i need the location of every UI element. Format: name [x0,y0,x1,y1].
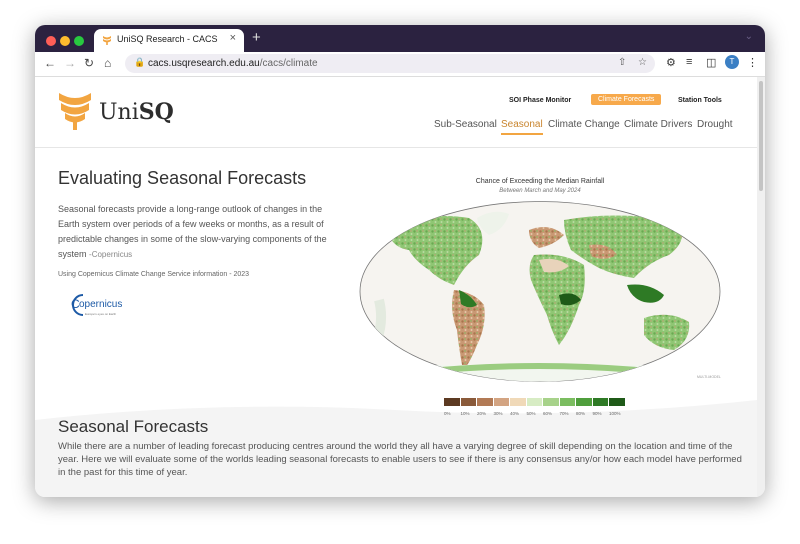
legend-label: 100% [609,411,621,416]
window-controls [46,33,88,51]
map-legend: 0% 10% 20% 30% 40% 50% 60% 70% 80% 90% 100% [444,393,634,416]
home-icon[interactable]: ⌂ [104,56,111,70]
reload-icon[interactable]: ↻ [84,56,94,70]
ccs-credit-note: Using Copernicus Climate Change Service … [58,271,250,278]
hero-description: Seasonal forecasts provide a long-range … [58,202,333,262]
legend-swatch [543,398,559,406]
close-window-button[interactable] [46,36,56,46]
main-nav-seasonal[interactable]: Seasonal [501,119,543,135]
lock-icon: 🔒 [134,57,146,67]
minimize-window-button[interactable] [60,36,70,46]
map-subtitle: Between March and May 2024 [499,188,581,194]
util-nav-soi-phase-monitor[interactable]: SOI Phase Monitor [509,97,571,104]
legend-label: 40% [510,411,520,416]
profile-avatar[interactable]: T [725,55,739,69]
bookmark-star-icon[interactable]: ☆ [638,57,647,68]
site-header: UniSQ SOI Phase Monitor Climate Forecast… [35,77,757,148]
unisq-favicon-icon [103,36,111,45]
legend-swatch [609,398,625,406]
side-panel-icon[interactable]: ◫ [706,56,716,69]
legend-labels: 0% 10% 20% 30% 40% 50% 60% 70% 80% 90% 100% [444,411,634,416]
wordmark-sq: SQ [138,99,174,125]
legend-swatch [493,398,509,406]
util-nav-climate-forecasts[interactable]: Climate Forecasts [591,94,662,105]
legend-label: 30% [493,411,503,416]
legend-swatch [444,398,460,406]
map-title: Chance of Exceeding the Median Rainfall [475,178,605,185]
url-domain: cacs.usqresearch.edu.au [148,58,260,69]
legend-swatch [526,398,542,406]
main-nav-drought[interactable]: Drought [697,119,733,130]
unisq-wordmark[interactable]: UniSQ [99,99,174,125]
legend-swatches [444,393,634,411]
legend-swatch [477,398,493,406]
extensions-icon[interactable]: ⚙ [666,56,676,69]
legend-label: 10% [460,411,470,416]
browser-tab[interactable]: UniSQ Research - CACS × [94,29,244,52]
hero-section: Evaluating Seasonal Forecasts Seasonal f… [35,148,757,398]
legend-label: 80% [576,411,586,416]
legend-swatch [510,398,526,406]
main-nav-climate-change[interactable]: Climate Change [548,119,620,130]
tab-title: UniSQ Research - CACS [117,34,218,44]
address-bar[interactable]: 🔒 cacs.usqresearch.edu.au/cacs/climate ⇧… [125,54,655,73]
legend-swatch [460,398,476,406]
share-icon[interactable]: ⇧ [618,57,626,68]
url-path: /cacs/climate [259,58,318,69]
page-title: Evaluating Seasonal Forecasts [58,168,307,188]
tab-search-chevron-icon[interactable]: ⌄ [745,31,753,42]
unisq-logo-icon[interactable] [57,91,93,131]
world-rainfall-map[interactable]: MULTI-MODEL [359,200,721,383]
wordmark-uni: Uni [99,100,139,125]
tab-bar: UniSQ Research - CACS × + ⌄ [35,25,765,52]
legend-label: 90% [592,411,602,416]
copernicus-logo-text: opernicus [79,299,123,310]
url-text: cacs.usqresearch.edu.au/cacs/climate [148,58,318,69]
util-nav-station-tools[interactable]: Station Tools [678,97,722,104]
legend-label: 60% [543,411,553,416]
page-scrollbar[interactable] [757,77,765,497]
tab-close-icon[interactable]: × [230,32,236,44]
browser-window: UniSQ Research - CACS × + ⌄ ← → ↻ ⌂ 🔒 ca… [35,25,765,497]
legend-label: 50% [526,411,536,416]
browser-toolbar: ← → ↻ ⌂ 🔒 cacs.usqresearch.edu.au/cacs/c… [35,52,765,77]
browser-menu-icon[interactable]: ⋮ [747,56,758,69]
maximize-window-button[interactable] [74,36,84,46]
media-controls-icon[interactable]: ≡ [686,56,692,68]
new-tab-button[interactable]: + [252,29,261,46]
legend-label: 20% [477,411,487,416]
legend-swatch [559,398,575,406]
web-page: UniSQ SOI Phase Monitor Climate Forecast… [35,77,765,497]
citation: -Copernicus [89,250,133,259]
legend-label: 0% [444,411,451,416]
main-nav-climate-drivers[interactable]: Climate Drivers [624,119,692,130]
back-arrow-icon[interactable]: ← [44,56,56,70]
legend-label: 70% [559,411,569,416]
section-text: While there are a number of leading fore… [58,441,742,478]
legend-swatch [592,398,608,406]
map-watermark: MULTI-MODEL [697,375,721,379]
forward-arrow-icon[interactable]: → [64,56,76,70]
legend-swatch [576,398,592,406]
main-nav-sub-seasonal[interactable]: Sub-Seasonal [434,119,497,130]
copernicus-tagline: Europe's eyes on Earth [85,312,117,316]
scrollbar-thumb[interactable] [759,81,763,191]
section-title: Seasonal Forecasts [58,417,209,436]
